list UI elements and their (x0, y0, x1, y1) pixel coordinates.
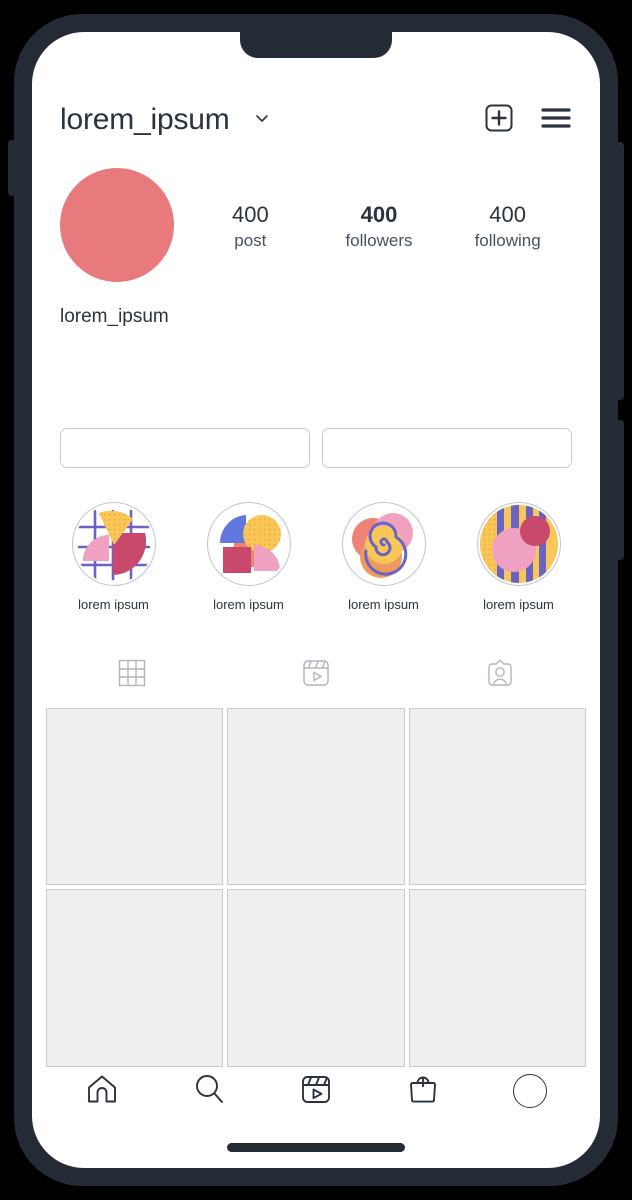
highlight-item-3[interactable]: lorem ipsum (316, 502, 451, 612)
search-icon (192, 1072, 226, 1111)
profile-section: 400 post 400 followers 400 following lor… (32, 168, 600, 328)
highlight-item-4[interactable]: lorem ipsum (451, 502, 586, 612)
profile-top-row: 400 post 400 followers 400 following (32, 168, 600, 282)
notch (240, 32, 392, 58)
highlight-label: lorem ipsum (483, 597, 554, 612)
edit-profile-button[interactable] (60, 428, 310, 468)
app-header: lorem_ipsum (32, 86, 600, 154)
content-tabs (32, 652, 600, 698)
phone-frame: lorem_ipsum 400 post 400 followers 400 f… (8, 14, 624, 1186)
photo-grid-cell[interactable] (227, 889, 405, 1067)
photo-grid-cell[interactable] (227, 708, 405, 886)
nav-item-search[interactable] (155, 1072, 262, 1111)
reels-tab[interactable] (224, 652, 408, 698)
profile-username-title: lorem_ipsum (60, 103, 230, 136)
photo-grid (32, 708, 600, 1067)
stat-followers-label: followers (345, 230, 413, 250)
hamburger-menu-icon[interactable] (540, 105, 572, 136)
stat-following-value: 400 (489, 202, 526, 227)
nav-item-reels[interactable] (262, 1072, 369, 1111)
shop-bag-icon (406, 1072, 440, 1111)
highlight-label: lorem ipsum (78, 597, 149, 612)
share-profile-button[interactable] (322, 428, 572, 468)
home-icon (85, 1072, 119, 1111)
stat-posts-value: 400 (231, 202, 269, 227)
stat-following[interactable]: 400 following (471, 202, 545, 253)
nav-item-shop[interactable] (370, 1072, 477, 1111)
stat-followers[interactable]: 400 followers (342, 202, 416, 253)
tagged-tab-icon (485, 658, 515, 693)
highlight-item-1[interactable]: lorem ipsum (46, 502, 181, 612)
photo-grid-cell[interactable] (46, 708, 224, 886)
highlight-label: lorem ipsum (213, 597, 284, 612)
photo-grid-cell[interactable] (408, 708, 586, 886)
plus-square-icon[interactable] (484, 103, 514, 138)
grid-wedge-art (71, 502, 156, 586)
stats-row: 400 post 400 followers 400 following (174, 168, 572, 253)
power-button[interactable] (614, 420, 624, 560)
profile-circle-icon (513, 1074, 548, 1108)
home-indicator (227, 1143, 405, 1152)
grid-tab-icon (117, 658, 147, 693)
avatar[interactable] (60, 168, 174, 282)
photo-grid-cell[interactable] (46, 889, 224, 1067)
reels-tab-icon (301, 658, 331, 693)
phone-screen: lorem_ipsum 400 post 400 followers 400 f… (32, 32, 600, 1168)
stat-posts-label: post (234, 230, 267, 250)
profile-action-buttons (32, 428, 600, 468)
nav-item-home[interactable] (48, 1072, 155, 1111)
bottom-nav (32, 1062, 600, 1120)
nav-item-profile[interactable] (477, 1074, 584, 1108)
story-highlights-row: lorem ipsum lorem ipsum lorem ipsum lore… (32, 502, 600, 612)
silence-switch[interactable] (8, 140, 18, 196)
highlight-label: lorem ipsum (348, 597, 419, 612)
highlight-item-2[interactable]: lorem ipsum (181, 502, 316, 612)
spiral-art (341, 502, 426, 586)
stat-followers-value: 400 (360, 202, 398, 227)
grid-tab[interactable] (40, 652, 224, 698)
photo-grid-cell[interactable] (408, 889, 586, 1067)
chevron-down-icon[interactable] (252, 108, 272, 133)
stat-posts[interactable]: 400 post (213, 202, 287, 253)
profile-display-name: lorem_ipsum (60, 306, 169, 327)
quarter-circles-art (206, 502, 291, 586)
tagged-tab[interactable] (408, 652, 592, 698)
volume-buttons[interactable] (614, 142, 624, 400)
stat-following-label: following (474, 230, 541, 250)
reels-icon (299, 1072, 333, 1111)
stripes-circles-art (476, 502, 561, 586)
